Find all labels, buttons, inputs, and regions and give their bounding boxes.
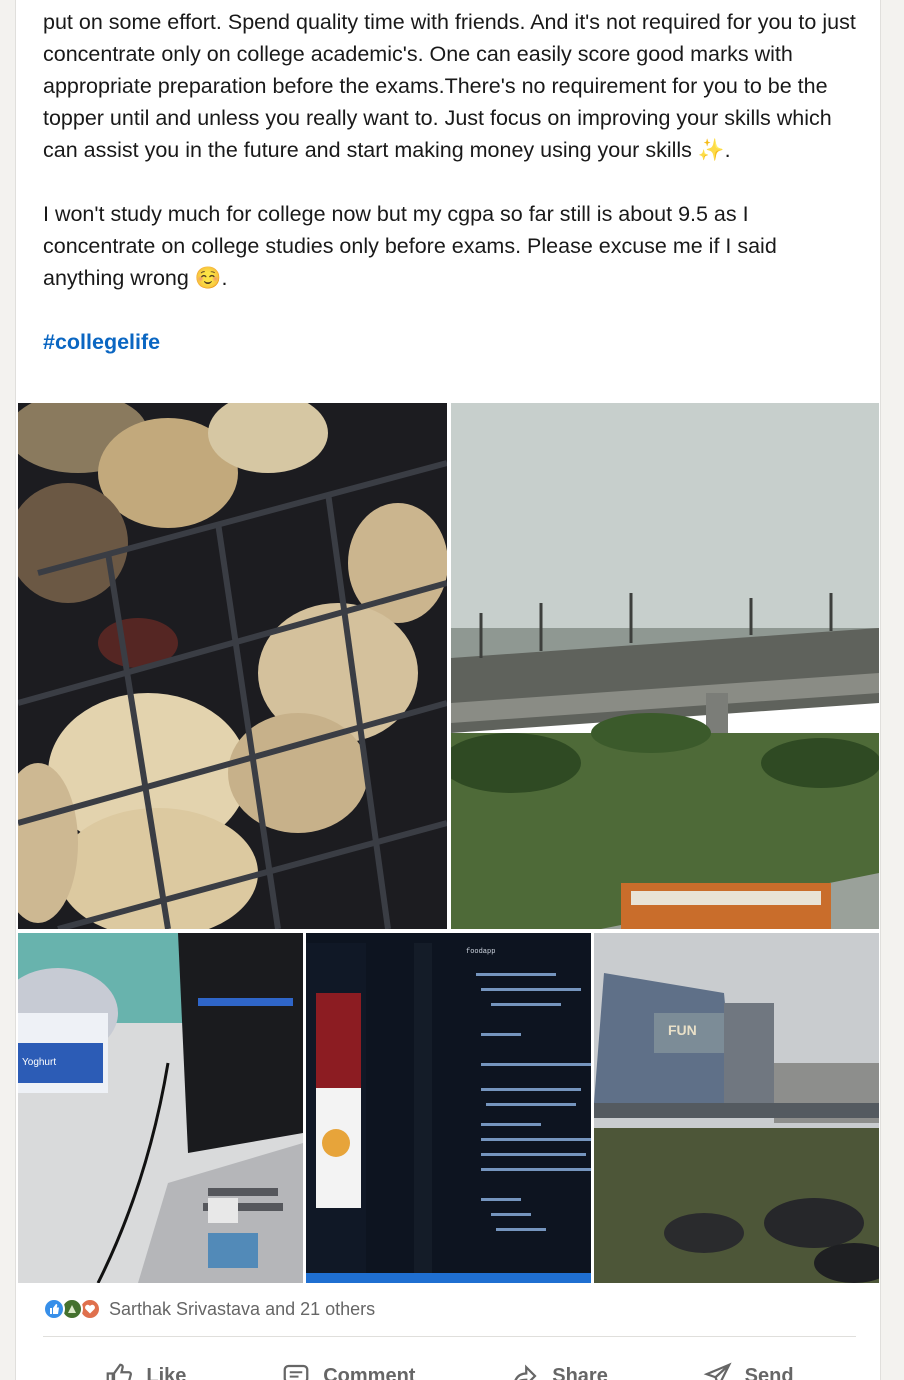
comment-button[interactable]: Comment (279, 1356, 415, 1380)
mall-building-photo[interactable]: FUN (594, 933, 879, 1283)
post-paragraph-2: I won't study much for college now but m… (43, 202, 777, 290)
like-icon (107, 1363, 133, 1380)
share-label: Share (552, 1364, 608, 1380)
action-bar: Like Comment Share Send (16, 1356, 880, 1380)
hashtag-link[interactable]: #collegelife (43, 330, 160, 354)
send-icon (703, 1362, 732, 1380)
yogurt-label: Yoghurt (22, 1057, 56, 1068)
like-button[interactable]: Like (102, 1356, 186, 1380)
send-label: Send (744, 1364, 794, 1380)
comment-icon (283, 1364, 309, 1380)
post-paragraph-1: put on some effort. Spend quality time w… (43, 10, 856, 162)
send-button[interactable]: Send (701, 1356, 794, 1380)
share-icon (514, 1364, 537, 1380)
like-reaction-icon (43, 1298, 65, 1320)
metro-bridge-photo[interactable] (451, 403, 879, 929)
post-card: put on some effort. Spend quality time w… (15, 0, 881, 1380)
comment-label: Comment (323, 1364, 416, 1380)
divider (43, 1336, 856, 1337)
post-body: put on some effort. Spend quality time w… (43, 6, 863, 358)
litti-grill-photo[interactable] (18, 403, 447, 929)
laptop-yogurt-photo[interactable]: Yoghurt (18, 933, 303, 1283)
reactions-summary[interactable]: Sarthak Srivastava and 21 others (109, 1299, 375, 1320)
share-button[interactable]: Share (508, 1356, 608, 1380)
like-label: Like (146, 1364, 187, 1380)
code-screen-photo[interactable]: foodapp (306, 933, 591, 1283)
code-tab-label: foodapp (466, 948, 495, 956)
mall-sign: FUN (668, 1022, 697, 1038)
reactions-bar[interactable]: Sarthak Srivastava and 21 others (43, 1296, 375, 1322)
